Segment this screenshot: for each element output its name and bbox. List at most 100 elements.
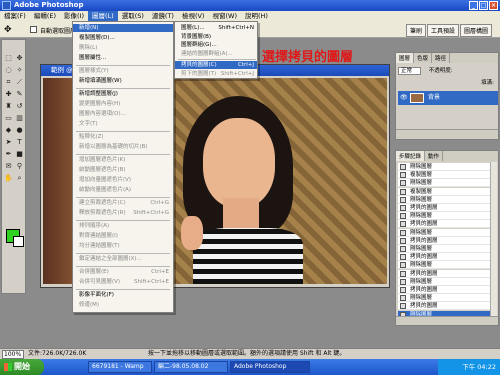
tab-brushes[interactable]: 筆刷 bbox=[405, 24, 426, 37]
history-step[interactable]: 剛除圖層 bbox=[398, 245, 490, 253]
layer-menu-item[interactable]: 新增(N) bbox=[73, 24, 173, 32]
dodge-tool-icon[interactable]: ● bbox=[15, 126, 24, 135]
history-step[interactable]: 剛除圖層 bbox=[398, 228, 490, 237]
menu-edit[interactable]: 編輯(E) bbox=[30, 11, 60, 21]
layer-menu-item[interactable]: 合併可見圖層(V) Shift+Ctrl+E bbox=[73, 278, 173, 286]
layer-menu-item[interactable]: 點陣化(Z) bbox=[73, 133, 173, 141]
layer-menu-item[interactable]: 圖層內容選項(O)... bbox=[73, 110, 173, 118]
eyedropper-icon[interactable]: ⚲ bbox=[15, 162, 24, 171]
taskbar-item-browser[interactable]: 6679181 - Wamp bbox=[88, 361, 152, 373]
layer-menu-item[interactable]: 鎖定連結之全部圖層(X)... bbox=[73, 255, 173, 263]
layer-menu-item[interactable]: 啟動圖層遮色片(B) bbox=[73, 166, 173, 174]
notes-tool-icon[interactable]: ✉ bbox=[4, 162, 13, 171]
menu-filter[interactable]: 濾鏡(T) bbox=[148, 11, 178, 21]
layer-menu-item[interactable]: 新增填滿圖層(W) bbox=[73, 77, 173, 85]
tab-channels[interactable]: 色版 bbox=[414, 53, 433, 63]
submenu-item[interactable]: 圖層群組(G)... bbox=[175, 41, 257, 49]
history-step[interactable]: 複製圖層 bbox=[398, 171, 490, 180]
layer-menu-item[interactable]: 增加向量圖遮色片(V) bbox=[73, 176, 173, 184]
history-step[interactable]: 剛除圖層 bbox=[398, 294, 490, 303]
menu-window[interactable]: 視窗(W) bbox=[208, 11, 241, 21]
layer-menu-item[interactable]: 圖層屬性... bbox=[73, 54, 173, 62]
type-tool-icon[interactable]: T bbox=[15, 138, 24, 147]
menu-file[interactable]: 檔案(F) bbox=[0, 11, 30, 21]
layer-menu-item[interactable]: 圖層樣式(Y) bbox=[73, 67, 173, 75]
doc-size[interactable]: 文件:726.0K/726.0K bbox=[28, 349, 86, 359]
tab-actions[interactable]: 動作 bbox=[425, 151, 444, 161]
layer-menu-item[interactable]: 對齊連結圖層(I) bbox=[73, 232, 173, 240]
layer-menu-item[interactable]: 複製圖層(D)... bbox=[73, 34, 173, 42]
tab-layers[interactable]: 圖層 bbox=[396, 53, 415, 63]
history-scrollbar[interactable] bbox=[490, 162, 497, 316]
menu-layer[interactable]: 圖層(L) bbox=[88, 11, 118, 21]
history-step[interactable]: 剛除圖層 bbox=[398, 163, 490, 171]
layer-menu-item[interactable]: 新增以圖層為基礎的切片(B) bbox=[73, 143, 173, 151]
stamp-tool-icon[interactable]: ♜ bbox=[4, 102, 13, 111]
history-step[interactable]: 拷貝的圖層 bbox=[398, 269, 490, 278]
history-step[interactable]: 拷貝的圖層 bbox=[398, 253, 490, 262]
brush-tool-icon[interactable]: ✎ bbox=[15, 90, 24, 99]
history-step[interactable]: 剛除圖層 bbox=[398, 212, 490, 221]
crop-tool-icon[interactable]: ⌗ bbox=[4, 78, 13, 87]
maximize-button[interactable]: □ bbox=[479, 1, 488, 10]
background-color-swatch[interactable] bbox=[13, 236, 24, 247]
layer-menu-item[interactable]: 刪除(L) bbox=[73, 44, 173, 52]
layer-menu-item[interactable]: 均分連結圖層(T) bbox=[73, 242, 173, 250]
history-brush-icon[interactable]: ↺ bbox=[15, 102, 24, 111]
move-tool-icon[interactable]: ✥ bbox=[15, 54, 24, 63]
minimize-button[interactable]: _ bbox=[469, 1, 478, 10]
history-step[interactable]: 剛除圖層 bbox=[398, 195, 490, 204]
blend-mode-select[interactable]: 正常 bbox=[398, 67, 422, 75]
start-button[interactable]: 開始 bbox=[0, 359, 44, 375]
slice-tool-icon[interactable]: ⟋ bbox=[15, 78, 24, 87]
menu-select[interactable]: 選取(S) bbox=[118, 11, 148, 21]
move-tool-icon[interactable]: ✥ bbox=[4, 25, 12, 35]
layer-row-background[interactable]: 👁 背景 bbox=[398, 91, 498, 105]
submenu-item[interactable]: 剪下的圖層(T) Shift+Ctrl+J bbox=[175, 70, 257, 78]
submenu-item[interactable]: 背景圖層(B) bbox=[175, 33, 257, 41]
menu-image[interactable]: 影像(I) bbox=[60, 11, 88, 21]
layer-menu-item[interactable]: 合併圖層(E) Ctrl+E bbox=[73, 268, 173, 276]
hand-tool-icon[interactable]: ✋ bbox=[4, 174, 13, 183]
marquee-tool-icon[interactable]: ⬚ bbox=[4, 54, 13, 63]
auto-select-checkbox[interactable] bbox=[30, 26, 37, 33]
history-step[interactable]: 拷貝的圖層 bbox=[398, 286, 490, 294]
zoom-tool-icon[interactable]: ⌕ bbox=[15, 174, 24, 183]
gradient-tool-icon[interactable]: ▥ bbox=[15, 114, 24, 123]
eye-icon[interactable]: 👁 bbox=[400, 91, 408, 105]
history-step[interactable]: 拷貝的圖層 bbox=[398, 302, 490, 311]
submenu-item[interactable]: 拷貝的圖層(C) Ctrl+J bbox=[175, 61, 257, 69]
tab-tool-presets[interactable]: 工具預設 bbox=[426, 24, 459, 37]
submenu-item[interactable]: 連結的圖層群組(A)... bbox=[175, 50, 257, 58]
pen-tool-icon[interactable]: ✒ bbox=[4, 150, 13, 159]
submenu-item[interactable]: 圖層(L)... Shift+Ctrl+N bbox=[175, 24, 257, 32]
eraser-tool-icon[interactable]: ▭ bbox=[4, 114, 13, 123]
layer-menu-item[interactable]: 排列順序(A) bbox=[73, 222, 173, 230]
magic-wand-icon[interactable]: ✧ bbox=[15, 66, 24, 75]
blur-tool-icon[interactable]: ◆ bbox=[4, 126, 13, 135]
history-step[interactable]: 拷貝的圖層 bbox=[398, 220, 490, 229]
close-button[interactable]: × bbox=[489, 1, 498, 10]
layer-menu-item[interactable]: 影像平面化(F) bbox=[73, 291, 173, 299]
tab-layer-comps[interactable]: 圖層構圖 bbox=[459, 24, 492, 37]
history-step[interactable]: 拷貝的圖層 bbox=[398, 204, 490, 212]
history-step[interactable]: 拷貝的圖層 bbox=[398, 236, 490, 245]
shape-tool-icon[interactable]: ■ bbox=[15, 150, 24, 159]
menu-help[interactable]: 說明(H) bbox=[241, 11, 272, 21]
lasso-tool-icon[interactable]: ◌ bbox=[4, 66, 13, 75]
path-selection-icon[interactable]: ➤ bbox=[4, 138, 13, 147]
tab-paths[interactable]: 路徑 bbox=[432, 53, 451, 63]
menu-view[interactable]: 檢視(V) bbox=[178, 11, 209, 21]
zoom-field[interactable]: 100% bbox=[2, 350, 24, 359]
taskbar-item-folder[interactable]: 編二-98.05.08.02 bbox=[154, 361, 228, 373]
layer-menu-item[interactable]: 文字(T) bbox=[73, 120, 173, 128]
layer-menu-item[interactable]: 釋放剪裁遮色片(R) Shift+Ctrl+G bbox=[73, 209, 173, 217]
layer-menu-item[interactable]: 新增調整圖層(J) bbox=[73, 90, 173, 98]
layer-menu-item[interactable]: 啟動向量圖遮色片(A) bbox=[73, 186, 173, 194]
history-step[interactable]: 剛除圖層 bbox=[398, 261, 490, 270]
layer-menu-item[interactable]: 建立剪裁遮色片(C) Ctrl+G bbox=[73, 199, 173, 207]
layer-menu-item[interactable]: 變更圖層內容(H) bbox=[73, 100, 173, 108]
healing-brush-icon[interactable]: ✚ bbox=[4, 90, 13, 99]
history-step[interactable]: 剛除圖層 bbox=[398, 277, 490, 286]
layer-menu-item[interactable]: 增加圖層遮色片(K) bbox=[73, 156, 173, 164]
